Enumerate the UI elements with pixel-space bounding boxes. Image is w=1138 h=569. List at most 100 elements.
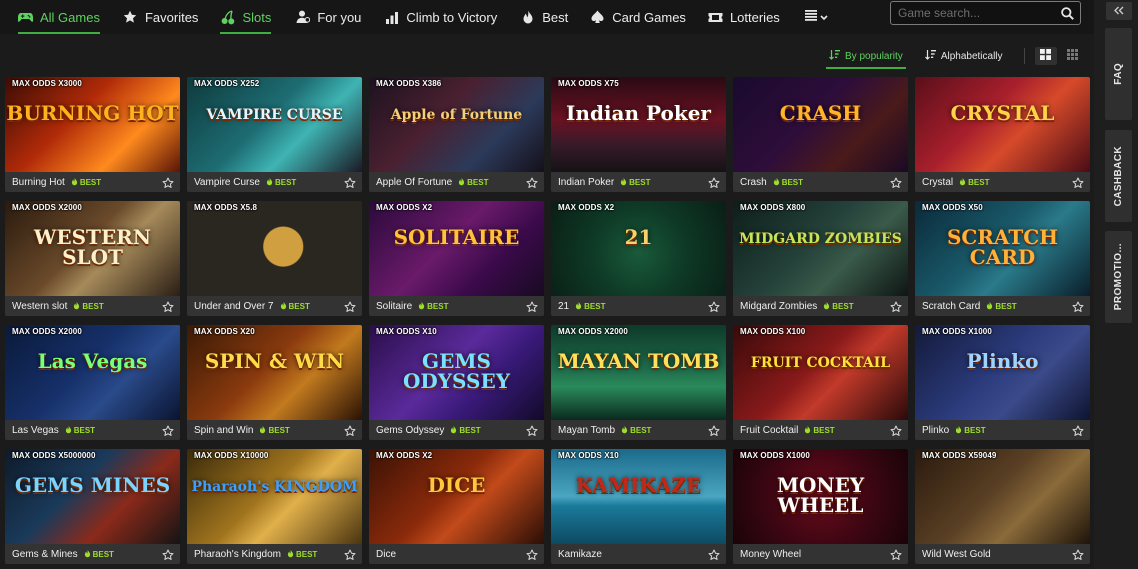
favorite-star-icon[interactable] [526,424,538,436]
game-thumbnail[interactable]: MAX ODDS X5.8 [187,201,362,296]
game-card[interactable]: MAX ODDS X5.8 Under and Over 7 BEST [187,201,362,316]
favorite-star-icon[interactable] [526,300,538,312]
tab-lotteries[interactable]: Lotteries [708,0,780,34]
game-info-bar: Mayan Tomb BEST [551,420,726,440]
game-card[interactable]: SCRATCH CARD MAX ODDS X50 Scratch Card B… [915,201,1090,316]
tab-slots[interactable]: Slots [220,0,271,34]
game-thumbnail[interactable]: SOLITAIRE MAX ODDS X2 [369,201,544,296]
favorite-star-icon[interactable] [708,548,720,560]
cashback-tab[interactable]: CASHBACK [1105,130,1132,222]
game-card[interactable]: WESTERN SLOT MAX ODDS X2000 Western slot… [5,201,180,316]
tab-favorites[interactable]: Favorites [123,0,198,34]
favorite-star-icon[interactable] [890,300,902,312]
game-thumbnail[interactable]: Pharaoh's KINGDOM MAX ODDS X10000 [187,449,362,544]
game-thumbnail[interactable]: MIDGARD ZOMBIES MAX ODDS X800 [733,201,908,296]
more-categories-button[interactable] [804,0,828,34]
game-thumbnail[interactable]: MAYAN TOMB MAX ODDS X2000 [551,325,726,420]
game-thumbnail[interactable]: GEMS MINES MAX ODDS X5000000 [5,449,180,544]
game-card[interactable]: GEMS MINES MAX ODDS X5000000 Gems & Mine… [5,449,180,564]
game-card[interactable]: Apple of Fortune MAX ODDS X386 Apple Of … [369,77,544,192]
faq-tab[interactable]: FAQ [1105,28,1132,120]
favorite-star-icon[interactable] [890,548,902,560]
game-thumbnail[interactable]: 21 MAX ODDS X2 [551,201,726,296]
game-card[interactable]: SOLITAIRE MAX ODDS X2 Solitaire BEST [369,201,544,316]
search-input[interactable] [891,2,1054,24]
game-card[interactable]: Indian Poker MAX ODDS X75 Indian Poker B… [551,77,726,192]
game-thumbnail[interactable]: SPIN & WIN MAX ODDS X20 [187,325,362,420]
tab-for-you[interactable]: For you [295,0,361,34]
game-card[interactable]: 21 MAX ODDS X2 21 BEST [551,201,726,316]
game-card[interactable]: CRYSTAL Crystal BEST [915,77,1090,192]
tab-all-games-label: All Games [40,9,100,25]
favorite-star-icon[interactable] [162,176,174,188]
game-thumbnail[interactable]: KAMIKAZE MAX ODDS X10 [551,449,726,544]
game-card[interactable]: VAMPIRE CURSE MAX ODDS X252 Vampire Curs… [187,77,362,192]
game-card[interactable]: FRUIT COCKTAIL MAX ODDS X100 Fruit Cockt… [733,325,908,440]
game-card[interactable]: MONEY WHEEL MAX ODDS X1000 Money Wheel [733,449,908,564]
favorite-star-icon[interactable] [162,424,174,436]
game-art-title: KAMIKAZE [575,473,702,497]
game-thumbnail[interactable]: Indian Poker MAX ODDS X75 [551,77,726,172]
favorite-star-icon[interactable] [344,548,356,560]
favorite-star-icon[interactable] [708,176,720,188]
game-card[interactable]: MAYAN TOMB MAX ODDS X2000 Mayan Tomb BES… [551,325,726,440]
favorite-star-icon[interactable] [344,424,356,436]
game-thumbnail[interactable]: CRYSTAL [915,77,1090,172]
game-card[interactable]: Pharaoh's KINGDOM MAX ODDS X10000 Pharao… [187,449,362,564]
favorite-star-icon[interactable] [890,176,902,188]
favorite-star-icon[interactable] [708,300,720,312]
tab-climb-to-victory[interactable]: Climb to Victory [384,0,497,34]
game-thumbnail[interactable]: VAMPIRE CURSE MAX ODDS X252 [187,77,362,172]
game-thumbnail[interactable]: CRASH [733,77,908,172]
game-card[interactable]: SPIN & WIN MAX ODDS X20 Spin and Win BES… [187,325,362,440]
game-thumbnail[interactable]: WESTERN SLOT MAX ODDS X2000 [5,201,180,296]
game-art-title: Pharaoh's KINGDOM [191,479,358,495]
max-odds-badge: MAX ODDS X2000 [12,327,82,336]
game-thumbnail[interactable]: MONEY WHEEL MAX ODDS X1000 [733,449,908,544]
sort-by-popularity[interactable]: By popularity [826,44,906,69]
favorite-star-icon[interactable] [526,548,538,560]
game-thumbnail[interactable]: MAX ODDS X59049 [915,449,1090,544]
tab-card-games[interactable]: Card Games [590,0,686,34]
game-card[interactable]: MIDGARD ZOMBIES MAX ODDS X800 Midgard Zo… [733,201,908,316]
favorite-star-icon[interactable] [1072,300,1084,312]
favorite-star-icon[interactable] [708,424,720,436]
best-label: BEST [73,425,96,435]
game-thumbnail[interactable]: Las Vegas MAX ODDS X2000 [5,325,180,420]
game-card[interactable]: Las Vegas MAX ODDS X2000 Las Vegas BEST [5,325,180,440]
game-card[interactable]: MAX ODDS X59049 Wild West Gold [915,449,1090,564]
sort-bar: By popularity Alphabetically [826,44,1084,69]
favorite-star-icon[interactable] [1072,176,1084,188]
game-thumbnail[interactable]: Plinko MAX ODDS X1000 [915,325,1090,420]
favorite-star-icon[interactable] [344,176,356,188]
game-thumbnail[interactable]: FRUIT COCKTAIL MAX ODDS X100 [733,325,908,420]
game-card[interactable]: DICE MAX ODDS X2 Dice [369,449,544,564]
favorite-star-icon[interactable] [1072,424,1084,436]
game-card[interactable]: CRASH Crash BEST [733,77,908,192]
game-card[interactable]: BURNING HOT MAX ODDS X3000 Burning Hot B… [5,77,180,192]
game-thumbnail[interactable]: GEMS ODYSSEY MAX ODDS X10 [369,325,544,420]
search-icon[interactable] [1054,2,1080,24]
favorite-star-icon[interactable] [162,300,174,312]
game-thumbnail[interactable]: BURNING HOT MAX ODDS X3000 [5,77,180,172]
best-label: BEST [813,425,835,435]
game-card[interactable]: GEMS ODYSSEY MAX ODDS X10 Gems Odyssey B… [369,325,544,440]
favorite-star-icon[interactable] [1072,548,1084,560]
collapse-rail-button[interactable] [1106,2,1132,20]
favorite-star-icon[interactable] [344,300,356,312]
large-grid-view-button[interactable] [1034,47,1057,65]
game-thumbnail[interactable]: SCRATCH CARD MAX ODDS X50 [915,201,1090,296]
promotions-tab-label: PROMOTIO... [1113,243,1124,311]
favorite-star-icon[interactable] [890,424,902,436]
sort-alphabetically[interactable]: Alphabetically [922,44,1006,68]
game-thumbnail[interactable]: Apple of Fortune MAX ODDS X386 [369,77,544,172]
game-card[interactable]: KAMIKAZE MAX ODDS X10 Kamikaze [551,449,726,564]
favorite-star-icon[interactable] [526,176,538,188]
game-thumbnail[interactable]: DICE MAX ODDS X2 [369,449,544,544]
promotions-tab[interactable]: PROMOTIO... [1105,231,1132,323]
tab-best[interactable]: Best [520,0,568,34]
small-grid-view-button[interactable] [1062,47,1084,65]
game-card[interactable]: Plinko MAX ODDS X1000 Plinko BEST [915,325,1090,440]
tab-all-games[interactable]: All Games [18,0,100,34]
favorite-star-icon[interactable] [162,548,174,560]
